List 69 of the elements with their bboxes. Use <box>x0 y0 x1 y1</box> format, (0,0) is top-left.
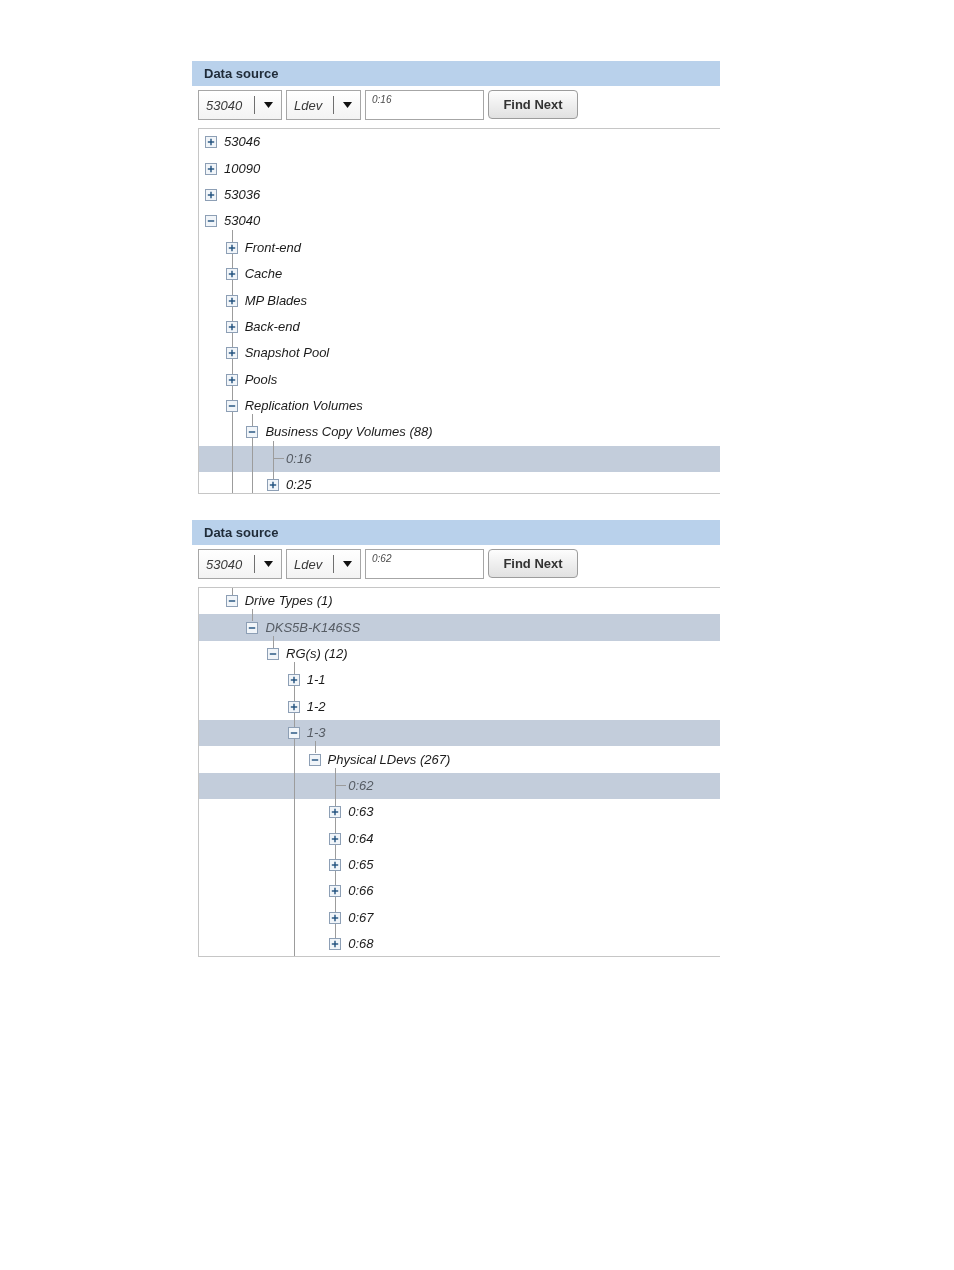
tree-item[interactable]: 0:16 <box>286 450 312 467</box>
minus-box-icon[interactable] <box>246 426 259 439</box>
tree-item[interactable]: 0:62 <box>348 777 374 794</box>
search-field[interactable]: 0:16 <box>365 90 484 120</box>
plus-box-icon[interactable] <box>225 241 238 254</box>
tree-item[interactable]: Snapshot Pool <box>225 345 330 362</box>
find-next-button[interactable]: Find Next <box>488 549 578 578</box>
plus-box-icon[interactable] <box>225 347 238 360</box>
tree-item[interactable]: 1-3 <box>287 725 326 742</box>
plus-box-icon[interactable] <box>329 885 342 898</box>
tree-item[interactable]: 0:68 <box>329 936 374 953</box>
tree-item[interactable]: 0:64 <box>329 830 374 847</box>
tree-item[interactable]: 0:25 <box>267 477 312 493</box>
plus-box-icon[interactable] <box>225 373 238 386</box>
dropdown[interactable]: 53040 <box>198 90 282 120</box>
tree-item[interactable]: RG(s) (12) <box>267 645 348 662</box>
tree-item[interactable]: Front-end <box>225 239 302 256</box>
minus-box-icon[interactable] <box>287 727 300 740</box>
plus-box-icon[interactable] <box>329 911 342 924</box>
plus-box-icon[interactable] <box>225 294 238 307</box>
minus-box-icon[interactable] <box>267 647 280 660</box>
tree-item[interactable]: 53040 <box>205 213 261 230</box>
plus-box-icon[interactable] <box>205 162 217 175</box>
caret-icon <box>263 102 273 108</box>
plus-box-icon[interactable] <box>267 479 280 492</box>
dropdown[interactable]: Ldev <box>286 90 361 120</box>
tree-line <box>232 588 233 595</box>
tree-item[interactable]: Physical LDevs (267) <box>308 751 451 768</box>
search-field[interactable]: 0:62 <box>365 549 484 579</box>
minus-box-icon[interactable] <box>205 215 217 228</box>
plus-box-icon[interactable] <box>225 320 238 333</box>
plus-box-icon[interactable] <box>205 136 217 149</box>
tree-item[interactable]: MP Blades <box>225 292 308 309</box>
tree-item[interactable]: 53046 <box>205 134 261 151</box>
plus-box-icon[interactable] <box>329 806 342 819</box>
panel-title: Data source <box>204 66 279 81</box>
tree-item[interactable]: Cache <box>225 266 283 283</box>
tree-item[interactable]: 0:63 <box>329 804 374 821</box>
plus-box-icon[interactable] <box>329 938 342 951</box>
plus-box-icon[interactable] <box>329 832 342 845</box>
caret-icon <box>342 102 352 108</box>
dropdown[interactable]: Ldev <box>286 549 361 579</box>
minus-box-icon[interactable] <box>308 753 321 766</box>
caret-icon <box>342 561 352 567</box>
minus-box-icon[interactable] <box>246 621 259 634</box>
plus-box-icon[interactable] <box>329 859 342 872</box>
find-next-button[interactable]: Find Next <box>488 90 578 119</box>
caret-icon <box>263 561 273 567</box>
tree-item[interactable]: 1-2 <box>287 698 326 715</box>
plus-box-icon[interactable] <box>205 188 217 201</box>
tree-item[interactable]: 53036 <box>205 186 261 203</box>
tree-item[interactable]: 0:66 <box>329 883 374 900</box>
plus-box-icon[interactable] <box>225 268 238 281</box>
tree-item[interactable]: Drive Types (1) <box>225 593 333 610</box>
tree-item[interactable]: Business Copy Volumes (88) <box>246 424 433 441</box>
tree-item[interactable]: 0:67 <box>329 909 374 926</box>
plus-box-icon[interactable] <box>287 700 300 713</box>
tree-item[interactable]: 0:65 <box>329 857 374 874</box>
panel-title: Data source <box>204 525 279 540</box>
tree-item[interactable]: 10090 <box>205 160 261 177</box>
tree-item[interactable]: Pools <box>225 371 278 388</box>
tree-item[interactable]: Back-end <box>225 318 300 335</box>
tree-item[interactable]: Replication Volumes <box>225 398 363 415</box>
plus-box-icon[interactable] <box>287 674 300 687</box>
minus-box-icon[interactable] <box>225 595 238 608</box>
minus-box-icon[interactable] <box>225 400 238 413</box>
dropdown[interactable]: 53040 <box>198 549 282 579</box>
tree-item[interactable]: DKS5B-K146SS <box>246 619 361 636</box>
tree-item[interactable]: 1-1 <box>287 672 326 689</box>
